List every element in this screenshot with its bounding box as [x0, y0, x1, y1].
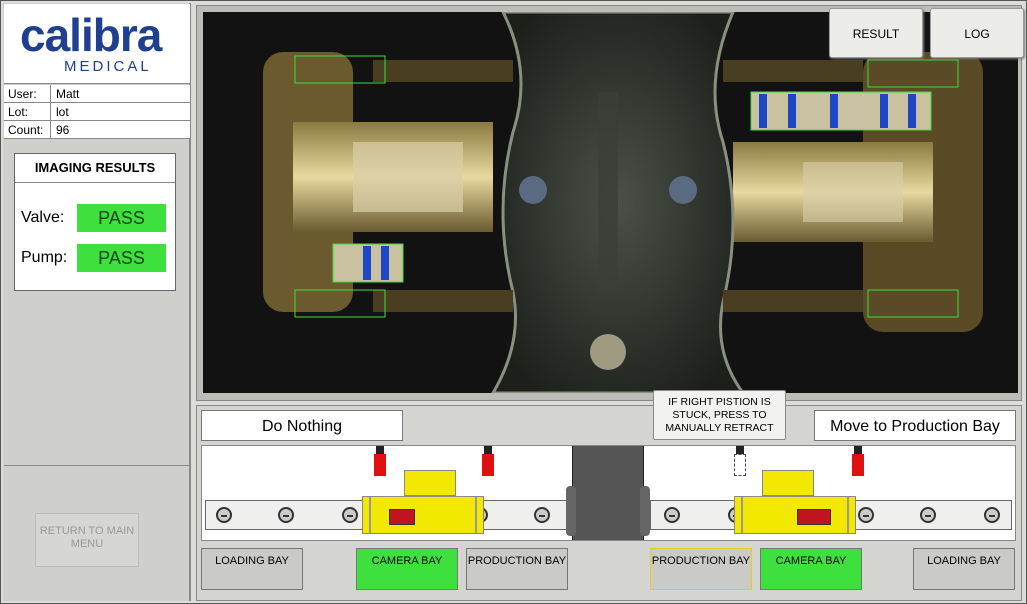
user-value: Matt — [56, 87, 80, 101]
sensor-cap-icon — [376, 446, 384, 454]
left-loading-bay[interactable]: LOADING BAY — [201, 548, 303, 590]
lot-label: Lot: — [8, 105, 29, 119]
lot-row: Lot: lot — [4, 103, 190, 121]
right-production-bay[interactable]: PRODUCTION BAY — [650, 548, 752, 590]
bolt-icon — [534, 507, 550, 523]
sensor-icon — [852, 454, 864, 476]
manual-retract-button[interactable]: IF RIGHT PISTION IS STUCK, PRESS TO MANU… — [653, 390, 786, 440]
count-value: 96 — [56, 123, 70, 137]
right-carriage — [734, 496, 856, 534]
brand-sub: MEDICAL — [64, 58, 152, 75]
bolt-icon — [858, 507, 874, 523]
return-to-main-menu-button[interactable]: RETURN TO MAIN MENU — [35, 513, 139, 567]
count-label: Count: — [8, 123, 44, 137]
sensor-icon — [374, 454, 386, 476]
pump-label: Pump: — [21, 249, 68, 266]
right-loading-bay[interactable]: LOADING BAY — [913, 548, 1015, 590]
divider — [4, 465, 190, 466]
valve-status-badge: PASS — [77, 204, 166, 232]
right-camera-bay[interactable]: CAMERA BAY — [760, 548, 862, 590]
center-divider — [572, 446, 644, 540]
bolt-icon — [920, 507, 936, 523]
right-carriage-top — [762, 470, 814, 496]
sensor-cap-icon — [736, 446, 744, 454]
count-row: Count: 96 — [4, 121, 190, 139]
imaging-results-panel: IMAGING RESULTS Valve: PASS Pump: PASS — [14, 153, 176, 291]
left-piston — [566, 486, 576, 536]
bolt-icon — [984, 507, 1000, 523]
valve-label: Valve: — [21, 209, 65, 226]
user-row: User: Matt — [4, 85, 190, 103]
brand-logo: calibra MEDICAL — [4, 4, 190, 84]
left-carriage-top — [404, 470, 456, 496]
inspection-image — [203, 12, 1018, 393]
brand-name: calibra — [20, 9, 162, 61]
sensor-cap-icon — [854, 446, 862, 454]
move-to-production-bay-button[interactable]: Move to Production Bay — [814, 410, 1016, 441]
bolt-icon — [216, 507, 232, 523]
right-piston — [640, 486, 650, 536]
lot-value: lot — [56, 105, 69, 119]
user-label: User: — [8, 87, 37, 101]
sensor-cap-icon — [484, 446, 492, 454]
left-carriage — [362, 496, 484, 534]
left-camera-bay[interactable]: CAMERA BAY — [356, 548, 458, 590]
log-button[interactable]: LOG — [930, 8, 1024, 58]
bolt-icon — [664, 507, 680, 523]
imaging-results-title: IMAGING RESULTS — [15, 154, 175, 183]
left-production-bay[interactable]: PRODUCTION BAY — [466, 548, 568, 590]
sensor-icon — [482, 454, 494, 476]
camera-image — [203, 12, 1018, 393]
result-button[interactable]: RESULT — [829, 8, 923, 58]
sensor-inactive-icon — [734, 454, 746, 476]
do-nothing-button[interactable]: Do Nothing — [201, 410, 403, 441]
bolt-icon — [342, 507, 358, 523]
bolt-icon — [278, 507, 294, 523]
pump-status-badge: PASS — [77, 244, 166, 272]
